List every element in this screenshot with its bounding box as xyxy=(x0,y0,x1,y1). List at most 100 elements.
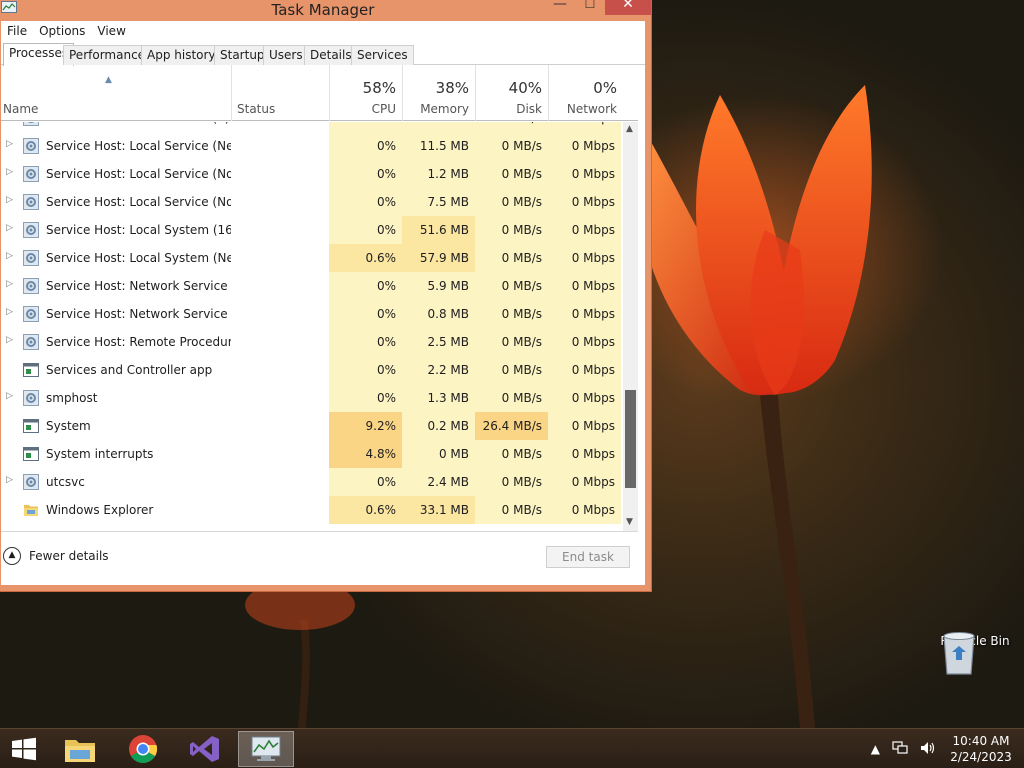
table-row[interactable]: System 9.2% 0.2 MB 26.4 MB/s 0 Mbps xyxy=(1,412,638,440)
gear-icon xyxy=(23,278,39,294)
taskbar-file-explorer[interactable] xyxy=(52,731,108,767)
menu-bar: File Options View xyxy=(1,21,645,41)
cpu-cell: 9.2% xyxy=(329,412,402,440)
table-row[interactable]: Services and Controller app 0% 2.2 MB 0 MB/… xyxy=(1,356,638,384)
expand-arrow-icon[interactable]: ▷ xyxy=(6,335,13,345)
network-cell: 0 Mbps xyxy=(548,244,621,272)
scrollbar-thumb[interactable] xyxy=(625,390,636,488)
expand-arrow-icon[interactable]: ▷ xyxy=(6,307,13,317)
menu-view[interactable]: View xyxy=(91,24,131,38)
cpu-cell: 0% xyxy=(329,328,402,356)
expand-arrow-icon[interactable]: ▷ xyxy=(6,223,13,233)
cpu-cell: 0% xyxy=(329,272,402,300)
memory-cell: 1.2 MB xyxy=(402,160,475,188)
disk-cell: 0 MB/s xyxy=(475,188,548,216)
memory-cell: 0 MB xyxy=(402,440,475,468)
gear-icon xyxy=(23,166,39,182)
table-row[interactable]: ▷ Service Host: Local Service (No l... 0%1… xyxy=(1,160,638,188)
fewer-details-button[interactable]: ▲ Fewer details xyxy=(3,547,109,565)
disk-cell: 0 MB/s xyxy=(475,216,548,244)
start-button[interactable] xyxy=(0,731,48,767)
disk-label: Disk xyxy=(516,102,542,116)
table-row[interactable]: ▷ Service Host: Local Service (No ... 0% 7.… xyxy=(1,188,638,216)
memory-cell: 4.6 MB xyxy=(402,122,475,132)
title-bar[interactable]: Task Manager — ☐ ✕ xyxy=(0,0,651,23)
minimize-button[interactable]: — xyxy=(545,0,575,15)
column-status[interactable]: Status xyxy=(231,65,329,121)
network-cell: 0 Mbps xyxy=(548,328,621,356)
process-name: Service Host: Local Service (Net... xyxy=(46,139,231,153)
expand-arrow-icon[interactable]: ▷ xyxy=(6,251,13,261)
table-row[interactable]: System interrupts 4.8% 0 MB 0 MB/s 0 Mbps xyxy=(1,440,638,468)
folder-icon xyxy=(23,502,39,518)
column-memory[interactable]: 38% Memory xyxy=(402,65,475,121)
network-cell: 0 Mbps xyxy=(548,272,621,300)
close-button[interactable]: ✕ xyxy=(605,0,651,15)
taskbar-chrome[interactable] xyxy=(115,731,171,767)
cpu-cell: 0% xyxy=(329,384,402,412)
footer: ▲ Fewer details End task xyxy=(1,531,638,585)
clock-time: 10:40 AM xyxy=(952,734,1010,748)
tab-users[interactable]: Users xyxy=(263,45,309,65)
table-row[interactable]: ▷ Service Host: Local System (Net... 0.6% 5… xyxy=(1,244,638,272)
tab-services[interactable]: Services xyxy=(351,45,414,65)
table-row[interactable]: ▷Service Host: Local Service (7)0%4.6 MB… xyxy=(1,122,638,132)
table-row[interactable]: ▷ Service Host: Network Service (5) 0% 5.9 … xyxy=(1,272,638,300)
disk-cell: 0 MB/s xyxy=(475,272,548,300)
memory-cell: 57.9 MB xyxy=(402,244,475,272)
cpu-cell: 0% xyxy=(329,468,402,496)
scroll-up-icon[interactable]: ▲ xyxy=(626,124,633,134)
column-cpu[interactable]: 58% CPU xyxy=(329,65,402,121)
table-row[interactable]: ▷ Service Host: Local Service (Net... 0% 11… xyxy=(1,132,638,160)
recycle-bin-shortcut[interactable]: Recycle Bin xyxy=(940,630,1010,675)
process-name: Service Host: Network Service (... xyxy=(46,307,231,321)
end-task-button[interactable]: End task xyxy=(546,546,630,568)
vertical-scrollbar[interactable]: ▲ ▼ xyxy=(623,122,638,531)
expand-arrow-icon[interactable]: ▷ xyxy=(6,167,13,177)
process-name: System xyxy=(46,419,91,433)
table-row[interactable]: Windows Explorer 0.6% 33.1 MB 0 MB/s 0 Mbps xyxy=(1,496,638,524)
table-row[interactable]: ▷ utcsvc 0% 2.4 MB 0 MB/s 0 Mbps xyxy=(1,468,638,496)
chrome-icon xyxy=(129,735,158,763)
process-name: Service Host: Local System (Net... xyxy=(46,251,231,265)
expand-arrow-icon[interactable]: ▷ xyxy=(6,195,13,205)
taskbar-task-manager[interactable] xyxy=(238,731,294,767)
column-header: ▲ Name Status 58% CPU 38% Memory 40% Dis… xyxy=(1,65,638,121)
tab-strip: Processes Performance App history Startu… xyxy=(1,43,645,66)
expand-arrow-icon[interactable]: ▷ xyxy=(6,475,13,485)
table-row[interactable]: ▷ smphost 0% 1.3 MB 0 MB/s 0 Mbps xyxy=(1,384,638,412)
disk-cell: 0 MB/s xyxy=(475,122,548,132)
column-name[interactable]: Name xyxy=(1,65,231,121)
disk-total: 40% xyxy=(508,79,542,97)
memory-cell: 2.2 MB xyxy=(402,356,475,384)
volume-icon[interactable] xyxy=(920,741,936,758)
app-window-icon xyxy=(23,446,39,462)
cpu-cell: 0% xyxy=(329,160,402,188)
scroll-down-icon[interactable]: ▼ xyxy=(626,517,633,527)
table-row[interactable]: ▷ Service Host: Remote Procedure... 0% 2.5 … xyxy=(1,328,638,356)
process-name: Service Host: Local System (16) xyxy=(46,223,231,237)
column-network[interactable]: 0% Network xyxy=(548,65,623,121)
menu-file[interactable]: File xyxy=(1,24,33,38)
expand-arrow-icon[interactable]: ▷ xyxy=(6,279,13,289)
expand-arrow-icon[interactable]: ▷ xyxy=(6,391,13,401)
column-disk[interactable]: 40% Disk xyxy=(475,65,548,121)
table-row[interactable]: ▷ Service Host: Network Service (... 0% 0.8… xyxy=(1,300,638,328)
disk-cell: 0 MB/s xyxy=(475,132,548,160)
cpu-cell: 4.8% xyxy=(329,440,402,468)
tab-app-history[interactable]: App history xyxy=(141,45,222,65)
expand-arrow-icon[interactable]: ▷ xyxy=(6,139,13,149)
tab-details[interactable]: Details xyxy=(304,45,358,65)
menu-options[interactable]: Options xyxy=(33,24,91,38)
clock[interactable]: 10:40 AM 2/24/2023 xyxy=(942,733,1020,765)
taskbar-visual-studio[interactable] xyxy=(177,731,233,767)
tab-performance[interactable]: Performance xyxy=(63,45,152,65)
show-hidden-icons-icon[interactable]: ▲ xyxy=(871,742,880,756)
table-row[interactable]: ▷ Service Host: Local System (16) 0% 51.6 M… xyxy=(1,216,638,244)
cpu-cell: 0% xyxy=(329,132,402,160)
memory-cell: 33.1 MB xyxy=(402,496,475,524)
maximize-button[interactable]: ☐ xyxy=(575,0,605,15)
cpu-cell: 0% xyxy=(329,300,402,328)
process-list: ▷Service Host: Local Service (7)0%4.6 MB… xyxy=(1,122,638,531)
network-icon[interactable] xyxy=(892,740,908,758)
